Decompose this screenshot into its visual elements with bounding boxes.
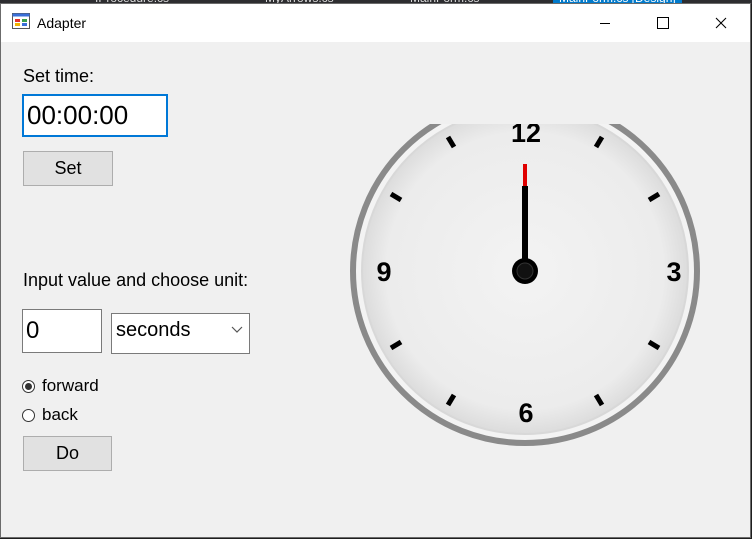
radio-back-indicator[interactable]	[22, 408, 35, 422]
numeral-3: 3	[666, 257, 681, 287]
minimize-button[interactable]	[576, 4, 634, 42]
set-button[interactable]: Set	[23, 151, 113, 186]
radio-forward-label: forward	[42, 376, 99, 395]
time-input[interactable]	[22, 94, 168, 137]
radio-forward[interactable]: forward	[22, 376, 99, 396]
chevron-down-icon	[231, 326, 243, 333]
maximize-icon	[657, 17, 669, 29]
app-icon	[12, 13, 30, 29]
radio-back[interactable]: back	[22, 405, 78, 425]
analog-clock: 12 3 6 9	[350, 124, 700, 446]
maximize-button[interactable]	[634, 4, 692, 42]
do-button[interactable]: Do	[23, 436, 112, 471]
form-client-area: Set time: Set Input value and choose uni…	[1, 42, 750, 537]
clock-center-cap	[516, 262, 534, 280]
unit-section-label: Input value and choose unit:	[23, 270, 249, 290]
radio-forward-indicator[interactable]	[22, 379, 35, 393]
radio-back-label: back	[42, 405, 78, 424]
close-icon	[715, 17, 727, 29]
numeral-12: 12	[511, 124, 541, 148]
numeral-9: 9	[376, 257, 391, 287]
close-button[interactable]	[692, 4, 750, 42]
unit-selected-value: seconds	[116, 319, 191, 341]
value-input[interactable]	[22, 309, 102, 353]
unit-combobox[interactable]: seconds	[111, 313, 250, 354]
adapter-window: Adapter Set time: Set Input value and ch…	[0, 3, 751, 538]
set-time-label: Set time:	[23, 66, 95, 86]
minimize-icon	[600, 23, 610, 24]
numeral-6: 6	[518, 398, 533, 428]
window-title: Adapter	[37, 15, 87, 31]
title-bar[interactable]: Adapter	[1, 4, 750, 42]
